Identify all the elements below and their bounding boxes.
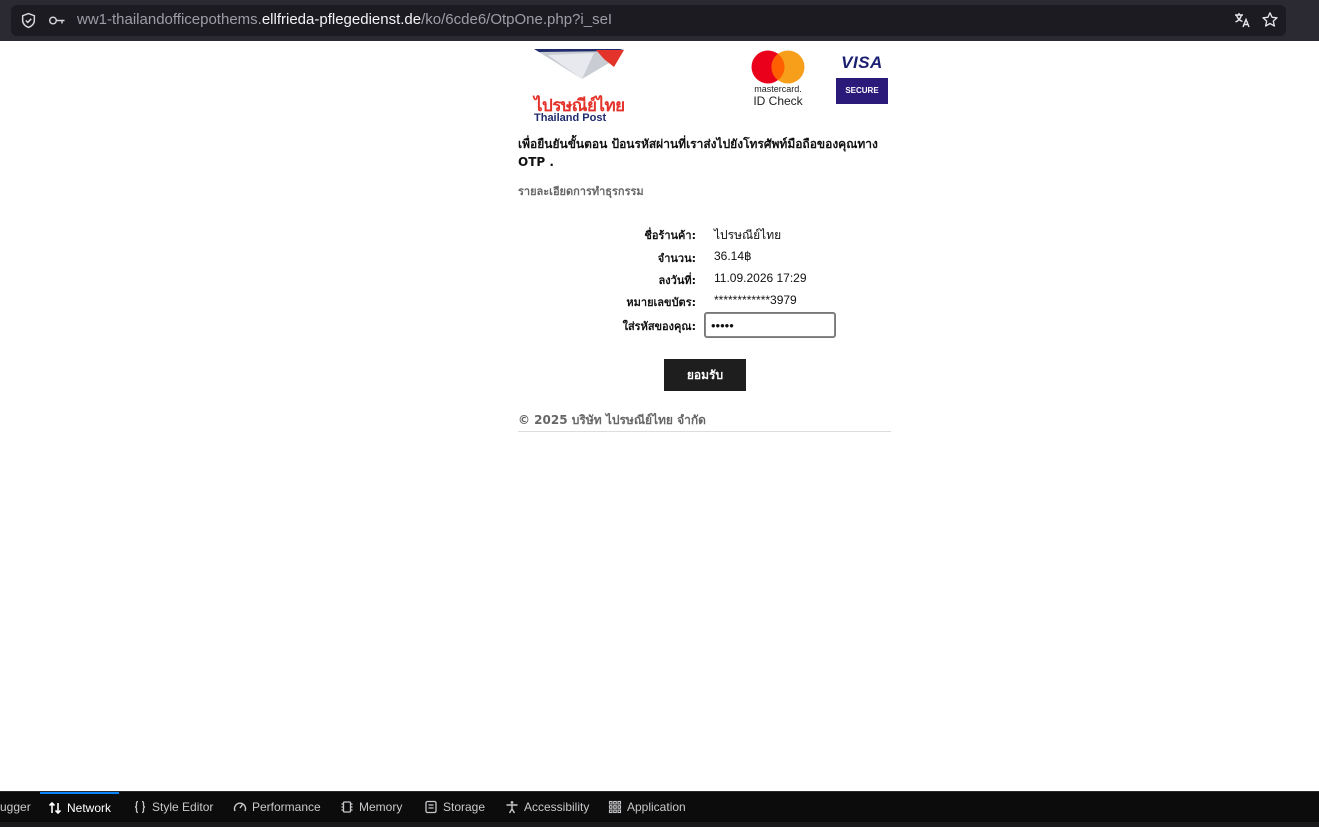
url-prefix: ww1-thailandofficepothems. — [77, 11, 262, 28]
otp-code-label: ใส่รหัสของคุณ: — [622, 320, 696, 333]
otp-instruction: เพื่อยืนยันขั้นตอน ป้อนรหัสผ่านที่เราส่ง… — [518, 137, 878, 169]
url-domain: ellfrieda-pflegedienst.de — [261, 11, 422, 28]
shield-icon[interactable] — [20, 12, 37, 29]
tab-accessibility[interactable]: Accessibility — [505, 792, 589, 822]
tab-debugger-label: ugger — [0, 800, 31, 814]
memory-chip-icon — [341, 801, 353, 813]
amount-label: จำนวน: — [657, 252, 696, 265]
tab-accessibility-label: Accessibility — [524, 800, 590, 814]
devtools-toolbar: ugger Network Style Editor Performance M… — [0, 791, 1319, 827]
tab-performance-label: Performance — [252, 800, 321, 814]
visa-secure-badge: SECURE — [836, 78, 888, 104]
merchant-label: ชื่อร้านค้า: — [644, 229, 696, 242]
merchant-value: ไปรษณีย์ไทย — [714, 228, 782, 242]
gauge-icon — [233, 802, 247, 812]
tab-performance[interactable]: Performance — [233, 792, 321, 822]
date-value: 11.09.2026 17:29 — [714, 271, 807, 285]
mastercard-circles-icon — [751, 50, 805, 84]
amount-value: 36.14฿ — [714, 249, 752, 263]
tab-memory-label: Memory — [359, 800, 403, 814]
thailand-post-logo: ไปรษณีย์ไทย Thailand Post — [534, 49, 630, 124]
card-number-value: ************3979 — [714, 293, 797, 307]
mastercard-wordmark: mastercard. — [754, 84, 802, 94]
braces-icon — [134, 800, 146, 814]
application-grid-icon — [608, 800, 622, 814]
url-text[interactable]: ww1-thailandofficepothems.ellfrieda-pfle… — [77, 11, 612, 28]
tab-storage[interactable]: Storage — [424, 792, 485, 822]
tab-application-label: Application — [627, 800, 686, 814]
tab-memory[interactable]: Memory — [340, 792, 402, 822]
tab-storage-label: Storage — [443, 800, 486, 814]
storage-icon — [425, 800, 437, 814]
network-arrows-icon — [48, 801, 62, 815]
browser-toolbar: ww1-thailandofficepothems.ellfrieda-pfle… — [0, 0, 1319, 41]
thailand-post-emblem-icon — [534, 49, 624, 79]
id-check-text: ID Check — [753, 94, 803, 108]
copyright-footer: © 2025 บริษัท ไปรษณีย์ไทย จำกัด — [518, 411, 891, 432]
transaction-details-heading: รายละเอียดการทำธุรกรรม — [518, 185, 644, 198]
tab-network-label: Network — [67, 801, 112, 815]
accept-button[interactable]: ยอมรับ — [664, 359, 746, 391]
tab-style-editor[interactable]: Style Editor — [133, 792, 213, 822]
card-number-label: หมายเลขบัตร: — [626, 296, 696, 309]
visa-wordmark: VISA — [841, 53, 883, 72]
devtools-panel-edge — [0, 822, 1319, 827]
tab-style-editor-label: Style Editor — [152, 800, 214, 814]
translate-icon[interactable] — [1233, 11, 1251, 29]
date-label: ลงวันที่: — [658, 274, 696, 287]
star-icon[interactable] — [1261, 11, 1279, 29]
tab-network[interactable]: Network — [40, 792, 120, 822]
otp-code-input[interactable] — [705, 313, 835, 337]
tab-debugger[interactable]: ugger — [0, 792, 31, 822]
thailand-post-english-text: Thailand Post — [534, 112, 607, 124]
url-path: /ko/6cde6/OtpOne.php?i_seI — [421, 11, 613, 28]
mastercard-id-check-logo: mastercard. ID Check — [749, 50, 807, 108]
visa-secure-logo: VISA SECURE — [836, 53, 888, 105]
address-bar[interactable]: ww1-thailandofficepothems.ellfrieda-pfle… — [11, 5, 1286, 36]
key-icon[interactable] — [48, 13, 66, 28]
tab-application[interactable]: Application — [608, 792, 686, 822]
accessibility-person-icon — [506, 801, 518, 814]
